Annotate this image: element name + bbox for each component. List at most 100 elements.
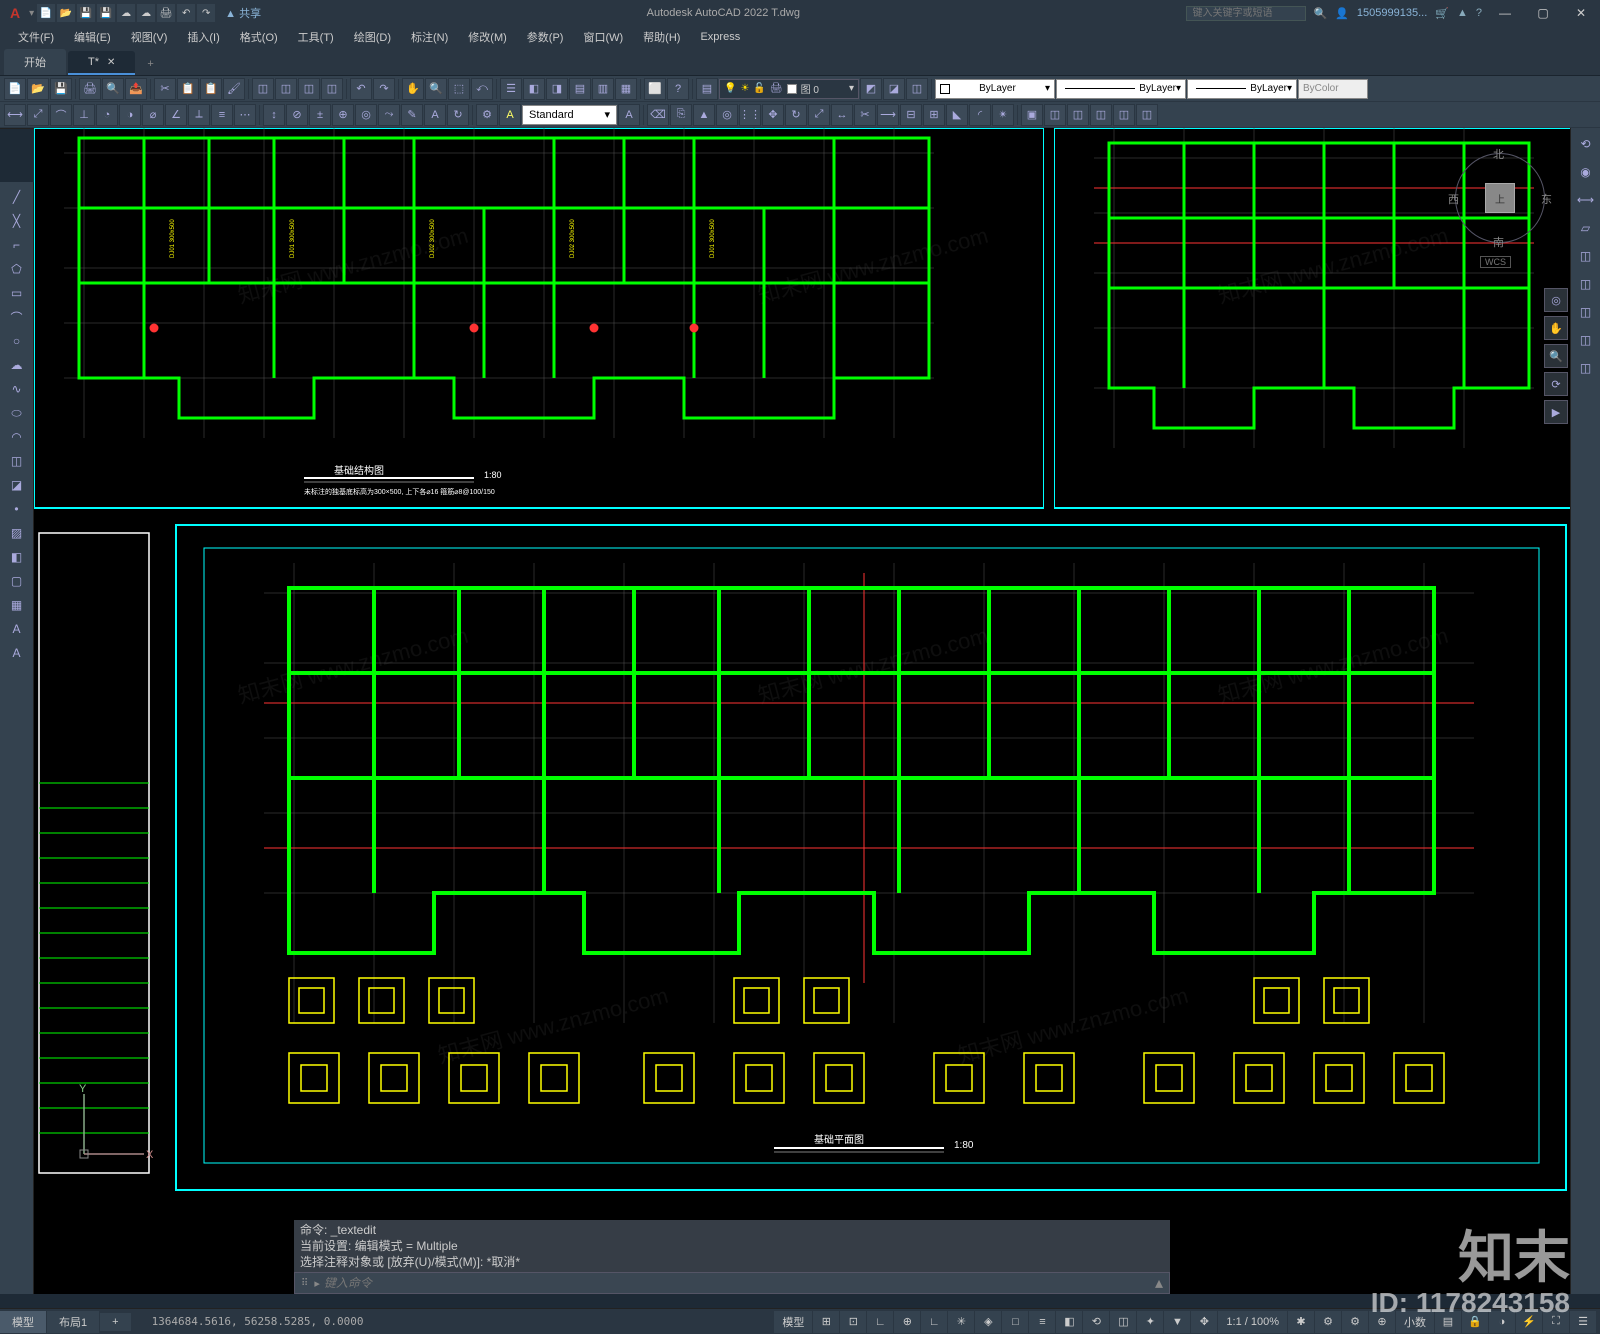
move-icon[interactable]: ✥ <box>762 104 784 126</box>
layoff-icon[interactable]: ◪ <box>883 78 905 100</box>
tolerance-icon[interactable]: ± <box>309 104 331 126</box>
textstyle-dropdown[interactable]: Standard▾ <box>522 105 617 125</box>
layer-manager-icon[interactable]: ▤ <box>696 78 718 100</box>
menu-window[interactable]: 窗口(W) <box>573 27 633 47</box>
zoomwin-icon[interactable]: ⬚ <box>448 78 470 100</box>
user-name[interactable]: 1505999135... <box>1357 7 1427 19</box>
undo-icon[interactable]: ↶ <box>177 4 195 22</box>
search-input[interactable] <box>1186 6 1306 21</box>
spline-icon[interactable]: ∿ <box>4 378 30 400</box>
tool2-icon[interactable]: ◫ <box>1136 104 1158 126</box>
tab-document[interactable]: T* ✕ <box>68 51 135 75</box>
share-button[interactable]: ▲ 共享 <box>225 5 261 21</box>
web-save-icon[interactable]: ☁ <box>137 4 155 22</box>
dim-jogged-icon[interactable]: ◑ <box>119 104 141 126</box>
snap-icon[interactable]: ⊡ <box>840 1311 866 1333</box>
print-icon[interactable]: 🖨 <box>79 78 101 100</box>
menu-insert[interactable]: 插入(I) <box>177 27 229 47</box>
dim-break-icon[interactable]: ⊘ <box>286 104 308 126</box>
join-icon[interactable]: ⊞ <box>923 104 945 126</box>
ortho-icon[interactable]: ∟ <box>921 1311 947 1333</box>
pan2-icon[interactable]: ✋ <box>1544 316 1568 340</box>
menu-edit[interactable]: 编辑(E) <box>64 27 121 47</box>
zoom-icon[interactable]: 🔍 <box>425 78 447 100</box>
dim-space-icon[interactable]: ↕ <box>263 104 285 126</box>
zoom2-icon[interactable]: 🔍 <box>1544 344 1568 368</box>
sel-cycle-icon[interactable]: ⟲ <box>1574 132 1598 156</box>
wcs-label[interactable]: WCS <box>1480 256 1511 268</box>
showmotion-icon[interactable]: ▶ <box>1544 400 1568 424</box>
viewcube-south[interactable]: 南 <box>1493 234 1504 250</box>
workspace-icon[interactable]: ⚙ <box>1342 1311 1368 1333</box>
modelspace-button[interactable]: 模型 <box>774 1311 812 1333</box>
app-switcher-icon[interactable]: ▲ <box>1457 7 1468 19</box>
dim-angular-icon[interactable]: ∠ <box>165 104 187 126</box>
dimedit-icon[interactable]: ✎ <box>401 104 423 126</box>
lwt-icon[interactable]: ≡ <box>1029 1311 1055 1333</box>
drawing-canvas[interactable]: 知末网 www.znzmo.com 知末网 www.znzmo.com 知末网 … <box>34 128 1570 1294</box>
sel-filter-icon[interactable]: ◉ <box>1574 160 1598 184</box>
cleanscreen2-icon[interactable]: ⛶ <box>1543 1311 1569 1333</box>
search-icon[interactable]: 🔍 <box>1314 7 1328 20</box>
explode-icon[interactable]: ✴ <box>992 104 1014 126</box>
redo2-icon[interactable]: ↷ <box>373 78 395 100</box>
layeriso-icon[interactable]: ◩ <box>860 78 882 100</box>
menu-format[interactable]: 格式(O) <box>230 27 288 47</box>
command-input[interactable] <box>324 1276 1155 1290</box>
help2-icon[interactable]: ? <box>667 78 689 100</box>
ellipse-icon[interactable]: ⬭ <box>4 402 30 424</box>
menu-express[interactable]: Express <box>690 29 750 45</box>
dist-icon[interactable]: ⟷ <box>1574 188 1598 212</box>
iso-icon[interactable]: ◈ <box>975 1311 1001 1333</box>
polar-icon[interactable]: ✳ <box>948 1311 974 1333</box>
tool1-icon[interactable]: ◫ <box>1113 104 1135 126</box>
break-icon[interactable]: ⊟ <box>900 104 922 126</box>
dim-linear-icon[interactable]: ⟷ <box>4 104 26 126</box>
measuregeom-icon[interactable]: ◫ <box>1574 244 1598 268</box>
area-icon[interactable]: ▱ <box>1574 216 1598 240</box>
nav3-icon[interactable]: ◫ <box>1574 328 1598 352</box>
insertblock-icon[interactable]: ◫ <box>4 450 30 472</box>
mtext2-icon[interactable]: A <box>4 618 30 640</box>
menu-parametric[interactable]: 参数(P) <box>517 27 574 47</box>
menu-draw[interactable]: 绘图(D) <box>344 27 401 47</box>
3dosnap-icon[interactable]: ◫ <box>1110 1311 1136 1333</box>
cut-icon[interactable]: ✂ <box>154 78 176 100</box>
new-icon[interactable]: 📄 <box>4 78 26 100</box>
infer-icon[interactable]: ∟ <box>867 1311 893 1333</box>
textstyle-icon[interactable]: A <box>499 104 521 126</box>
block4-icon[interactable]: ◫ <box>321 78 343 100</box>
tab-add-button[interactable]: + <box>137 53 163 75</box>
mirror-icon[interactable]: ▲ <box>693 104 715 126</box>
properties-icon[interactable]: ☰ <box>500 78 522 100</box>
rotate-icon[interactable]: ↻ <box>785 104 807 126</box>
nav2-icon[interactable]: ◫ <box>1574 300 1598 324</box>
dimtedit-icon[interactable]: A <box>424 104 446 126</box>
copy-icon[interactable]: 📋 <box>177 78 199 100</box>
cleanscreen-icon[interactable]: ⬜ <box>644 78 666 100</box>
layer-dropdown[interactable]: 💡 ☀ 🔓 🖨 图 0 ▾ <box>719 79 859 99</box>
lineweight-dropdown[interactable]: ByLayer▾ <box>1187 79 1297 99</box>
block2-icon[interactable]: ◫ <box>275 78 297 100</box>
line-icon[interactable]: ╱ <box>4 186 30 208</box>
selfilter-icon[interactable]: ▼ <box>1164 1311 1190 1333</box>
plot-icon[interactable]: 🖨 <box>157 4 175 22</box>
new-icon[interactable]: 📄 <box>37 4 55 22</box>
units-button[interactable]: 小数 <box>1396 1311 1434 1333</box>
refedit-icon[interactable]: ◫ <box>1090 104 1112 126</box>
saveas-icon[interactable]: 💾 <box>97 4 115 22</box>
nav4-icon[interactable]: ◫ <box>1574 356 1598 380</box>
fillet-icon[interactable]: ◜ <box>969 104 991 126</box>
dim-diameter-icon[interactable]: ⌀ <box>142 104 164 126</box>
inspect-icon[interactable]: ◎ <box>355 104 377 126</box>
point-icon[interactable]: • <box>4 498 30 520</box>
tab-start[interactable]: 开始 <box>4 49 66 75</box>
region-icon[interactable]: ▢ <box>4 570 30 592</box>
viewcube[interactable]: 上 北 南 东 西 WCS <box>1450 148 1550 248</box>
redo-icon[interactable]: ↷ <box>197 4 215 22</box>
paste-icon[interactable]: 📋 <box>200 78 222 100</box>
viewcube-top[interactable]: 上 <box>1485 183 1515 213</box>
signin-icon[interactable]: 👤 <box>1335 7 1349 20</box>
polygon-icon[interactable]: ⬠ <box>4 258 30 280</box>
scale-icon[interactable]: ⤢ <box>808 104 830 126</box>
